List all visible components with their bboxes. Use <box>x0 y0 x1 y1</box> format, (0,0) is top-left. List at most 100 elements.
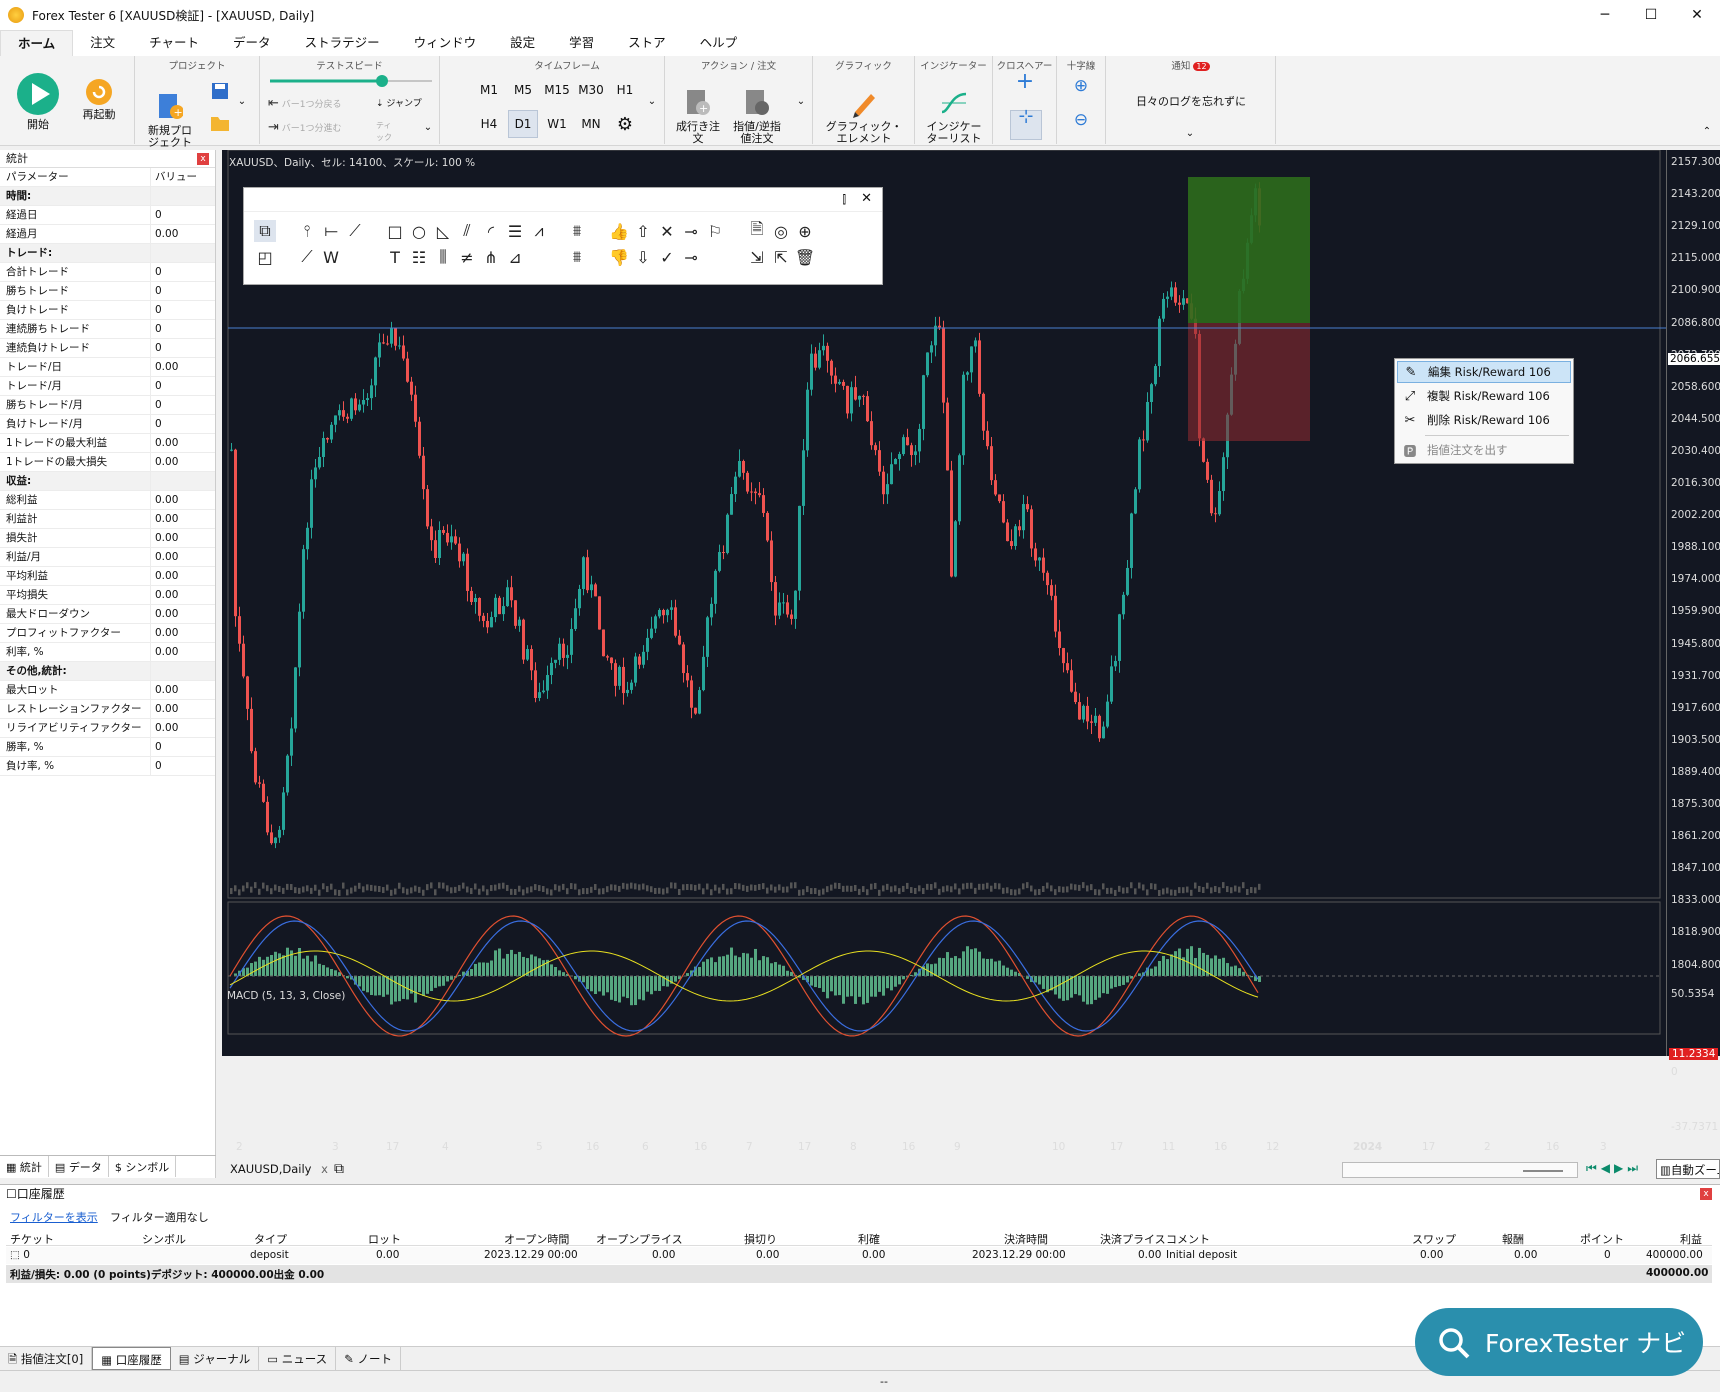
chart-area[interactable] <box>222 150 1720 1056</box>
bar-back-button[interactable]: ⇤ バー1つ分戻る <box>268 97 356 111</box>
notification-text[interactable]: 日々のログを忘れずに <box>1110 96 1272 108</box>
navigation-arrows-icon[interactable]: ⏮◀▶⏭ <box>1586 1161 1642 1176</box>
fan-icon[interactable]: ⫽ <box>456 220 478 242</box>
trend-line-icon[interactable]: ⟋ <box>344 220 366 242</box>
tab-notes[interactable]: ✎ ノート <box>336 1347 401 1370</box>
graphic-element-button[interactable]: グラフィック・ エレメント <box>819 76 909 157</box>
fibo-icon[interactable]: ☰ <box>504 220 526 242</box>
crosshair-plus-icon[interactable]: ⊹ <box>1010 108 1042 140</box>
tf-m30[interactable]: M30 <box>576 76 606 104</box>
cycle-icon[interactable]: ⫼ <box>432 246 454 268</box>
arc-icon[interactable]: ◜ <box>480 220 502 242</box>
indicator-list-button[interactable]: インジケー ターリスト <box>919 76 989 157</box>
tf-m5[interactable]: M5 <box>508 76 538 104</box>
zoom-out-icon[interactable]: ⊖ <box>1069 112 1093 129</box>
document-icon[interactable]: 🗎 <box>746 219 768 242</box>
pitchfork-icon[interactable]: ⋔ <box>480 246 502 268</box>
menu-chart[interactable]: チャート <box>132 30 216 56</box>
save-icon[interactable] <box>209 82 231 103</box>
chevron-down-icon[interactable]: ⌄ <box>422 122 434 134</box>
menu-strategy[interactable]: ストラテジー <box>288 30 397 56</box>
tab-pending-orders[interactable]: 🗎 指値注文[0] <box>0 1347 93 1370</box>
select-tool-icon[interactable]: ⧉ <box>254 220 276 242</box>
tf-m1[interactable]: M1 <box>474 76 504 104</box>
close-icon[interactable]: x <box>1700 1188 1712 1200</box>
new-window-icon[interactable]: ⧉ <box>334 1161 344 1177</box>
note-tool-icon[interactable]: ◰ <box>254 246 276 268</box>
export-icon[interactable]: ⇱ <box>770 246 792 268</box>
cross-mark-icon[interactable]: ✕ <box>656 220 678 242</box>
minimize-button[interactable]: ─ <box>1582 0 1628 30</box>
folder-icon[interactable] <box>209 114 231 135</box>
menu-order[interactable]: 注文 <box>73 30 132 56</box>
close-icon[interactable]: x <box>197 153 209 165</box>
delete-risk-reward-item[interactable]: ✂ 削除 Risk/Reward 106 <box>1397 409 1571 431</box>
risk-reward-short-icon[interactable]: ⩩ <box>566 246 588 268</box>
pattern-icon[interactable]: ⩘ <box>528 220 550 242</box>
start-button[interactable]: 開始 <box>14 72 62 131</box>
tf-h1[interactable]: H1 <box>610 76 640 104</box>
close-icon[interactable]: x <box>321 1162 328 1176</box>
chevron-down-icon[interactable]: ⌄ <box>1184 128 1196 140</box>
import-icon[interactable]: ⇲ <box>746 246 768 268</box>
zoom-in-icon[interactable]: ⊕ <box>1069 78 1093 95</box>
maximize-button[interactable]: ☐ <box>1628 0 1674 30</box>
horizontal-line-icon[interactable]: ⟝ <box>320 220 342 242</box>
tab-symbols[interactable]: $ シンボル <box>109 1156 177 1177</box>
new-project-button[interactable]: + 新規プロ ジェクト <box>145 80 195 161</box>
menu-learn[interactable]: 学習 <box>552 30 611 56</box>
tf-d1[interactable]: D1 <box>508 110 538 138</box>
check-icon[interactable]: ✓ <box>656 246 678 268</box>
trash-icon[interactable]: 🗑 <box>794 246 816 268</box>
checkbox-icon[interactable]: ☐ <box>6 1187 17 1201</box>
pending-order-button[interactable]: 指値/逆指 値注文 <box>727 76 787 157</box>
jump-button[interactable]: ⇣ ジャンプ <box>376 98 436 110</box>
chart-tab[interactable]: XAUUSD,Daily x <box>230 1162 328 1176</box>
gear-icon[interactable]: ⚙ <box>610 110 640 138</box>
regression-icon[interactable]: ≠ <box>456 246 478 268</box>
place-pending-order-item[interactable]: 🅿 指値注文を出す <box>1397 439 1571 461</box>
chevron-up-icon[interactable]: ⌃ <box>1700 126 1714 138</box>
tab-statistics[interactable]: ▦ 統計 <box>0 1156 49 1177</box>
menu-data[interactable]: データ <box>216 30 288 56</box>
tf-w1[interactable]: W1 <box>542 110 572 138</box>
thumbs-up-icon[interactable]: 👍 <box>608 220 630 242</box>
target-icon[interactable]: ◎ <box>770 220 792 242</box>
price-chart[interactable] <box>222 150 1666 1056</box>
tf-mn[interactable]: MN <box>576 110 606 138</box>
menu-help[interactable]: ヘルプ <box>683 30 755 56</box>
table-row[interactable]: ⬚ 0 deposit 0.00 2023.12.29 00:00 0.00 0… <box>6 1247 1712 1264</box>
menu-settings[interactable]: 設定 <box>493 30 552 56</box>
chevron-down-icon[interactable]: ⌄ <box>795 96 807 108</box>
ellipse-icon[interactable]: ○ <box>408 220 430 242</box>
wave-icon[interactable]: W <box>320 246 342 268</box>
show-filter-link[interactable]: フィルターを表示 <box>10 1209 98 1225</box>
tf-h4[interactable]: H4 <box>474 110 504 138</box>
edit-risk-reward-item[interactable]: ✎ 編集 Risk/Reward 106 <box>1397 361 1571 383</box>
arrow-down-icon[interactable]: ⇩ <box>632 246 654 268</box>
crosshair-icon[interactable]: + <box>1010 71 1040 93</box>
market-order-button[interactable]: + 成行き注 文 <box>673 76 723 157</box>
vertical-line-icon[interactable]: ⫯ <box>296 220 318 242</box>
thumbs-down-icon[interactable]: 👎 <box>608 246 630 268</box>
tick-button[interactable]: ティ ック <box>376 120 410 144</box>
auto-zoom-button[interactable]: ▥自動ズーム <box>1656 1159 1720 1179</box>
chevron-down-icon[interactable]: ⌄ <box>235 96 249 108</box>
tf-m15[interactable]: M15 <box>542 76 572 104</box>
menu-store[interactable]: ストア <box>611 30 683 56</box>
risk-reward-long-icon[interactable]: ⩩ <box>566 220 588 242</box>
close-icon[interactable]: ✕ <box>861 191 872 206</box>
menu-home[interactable]: ホーム <box>0 30 74 56</box>
arrow-up-icon[interactable]: ⇧ <box>632 220 654 242</box>
ray-icon[interactable]: ⟋ <box>296 246 318 268</box>
duplicate-risk-reward-item[interactable]: ⤢ 複製 Risk/Reward 106 <box>1397 385 1571 407</box>
price-tag-icon[interactable]: ⊸ <box>680 246 702 268</box>
tab-data[interactable]: ▤ データ <box>49 1156 109 1177</box>
menu-window[interactable]: ウィンドウ <box>397 30 494 56</box>
flag-icon[interactable]: ⚐ <box>704 220 726 242</box>
forextester-navi-button[interactable]: ForexTester ナビ <box>1415 1308 1703 1376</box>
tab-account-history[interactable]: ▦ 口座履歴 <box>92 1347 171 1370</box>
chart-scrollbar[interactable] <box>1342 1162 1578 1178</box>
pin-icon[interactable]: ⫿ <box>842 193 846 207</box>
speed-slider[interactable] <box>268 72 434 90</box>
